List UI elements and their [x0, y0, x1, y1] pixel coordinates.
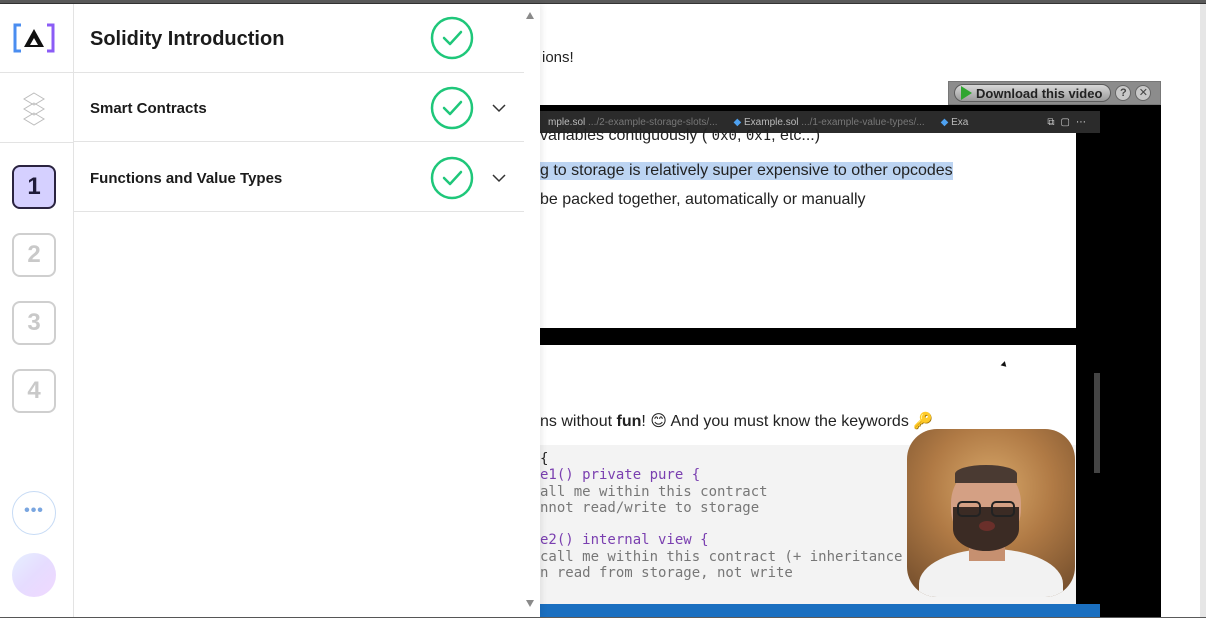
course-rail: 1 2 3 4 •••	[0, 4, 74, 617]
chevron-down-icon[interactable]	[492, 171, 506, 185]
glasses-icon	[991, 501, 1015, 517]
editor-tab-path: .../2-example-storage-slots/...	[588, 116, 718, 128]
slide-line: variables contiguously ( 0x0, 0x1, etc..…	[540, 127, 821, 144]
slide-storage: variables contiguously ( 0x0, 0x1, etc..…	[540, 127, 1076, 328]
editor-tab-name: mple.sol	[548, 116, 586, 128]
code-line: e1() private pure {	[540, 467, 701, 483]
slide-heading: ns without fun! 😊 And you must know the …	[540, 413, 934, 430]
lesson-number-button-1[interactable]: 1	[12, 165, 56, 209]
code-line: nnot read/write to storage	[540, 500, 760, 516]
user-avatar[interactable]	[12, 553, 56, 597]
course-icon-area	[0, 73, 74, 143]
chevron-down-icon[interactable]	[492, 101, 506, 115]
download-video-label: Download this video	[976, 85, 1103, 101]
editor-tab: mple.sol .../2-example-storage-slots/...	[540, 117, 726, 128]
page-scrollbar[interactable]	[1200, 4, 1206, 617]
slide-line: be packed together, automatically or man…	[540, 191, 866, 208]
editor-tab-name: Exa	[951, 116, 969, 128]
sections-list: Solidity Introduction Smart Contracts Fu…	[74, 4, 524, 617]
more-options-button[interactable]: •••	[12, 491, 56, 535]
solidity-file-icon: ◆	[940, 116, 949, 128]
background-text: ions!	[542, 49, 574, 66]
course-navigation-panel: 1 2 3 4 ••• Solidity Introduction Smart …	[0, 4, 540, 617]
code-line: call me within this contract (+ inherita…	[540, 549, 903, 565]
editor-status-bar	[540, 604, 1100, 617]
section-row-smart-contracts[interactable]: Smart Contracts	[74, 73, 524, 142]
check-circle-icon	[430, 86, 474, 130]
scroll-down-arrow-icon[interactable]	[526, 600, 534, 607]
editor-tab: ◆ Exa	[933, 117, 977, 128]
code-line: e2() internal view {	[540, 532, 709, 548]
course-hexagon-icon[interactable]	[22, 92, 46, 126]
webcam-presenter	[907, 429, 1075, 597]
lesson-number-button-4[interactable]: 4	[12, 369, 56, 413]
editor-tab: ◆ Example.sol .../1-example-value-types/…	[726, 117, 933, 128]
download-video-bar: Download this video ? ✕	[948, 81, 1161, 105]
play-icon	[961, 86, 972, 100]
help-icon[interactable]: ?	[1115, 85, 1132, 101]
section-title: Smart Contracts	[90, 100, 207, 117]
presenter-mouth	[979, 521, 995, 531]
cyfrin-logo-icon[interactable]	[13, 22, 55, 54]
browser-window: ions! Download this video ? ✕ mple.sol .…	[0, 3, 1206, 617]
lesson-number-button-2[interactable]: 2	[12, 233, 56, 277]
editor-tab-name: Example.sol	[744, 116, 799, 128]
editor-scrollbar[interactable]	[1094, 373, 1100, 473]
close-icon[interactable]: ✕	[1135, 85, 1152, 101]
section-row-solidity-introduction[interactable]: Solidity Introduction	[74, 4, 524, 73]
section-title: Functions and Value Types	[90, 170, 283, 187]
solidity-file-icon: ◆	[733, 116, 742, 128]
presenter-hair	[955, 465, 1017, 483]
check-circle-icon	[430, 16, 474, 60]
check-circle-icon	[430, 156, 474, 200]
download-video-button[interactable]: Download this video	[954, 84, 1112, 102]
editor-tab-path: .../1-example-value-types/...	[801, 116, 925, 128]
slide-line-highlighted: g to storage is relatively super expensi…	[540, 162, 953, 180]
logo-area	[0, 4, 74, 73]
code-line: n read from storage, not write	[540, 565, 793, 581]
code-line: {	[540, 451, 549, 467]
scroll-up-arrow-icon[interactable]	[526, 12, 534, 19]
section-row-functions-and-value-types[interactable]: Functions and Value Types	[74, 142, 524, 212]
editor-actions-icon: ⧉▢⋯	[1047, 116, 1092, 128]
section-title: Solidity Introduction	[90, 28, 285, 50]
code-line: all me within this contract	[540, 484, 768, 500]
glasses-icon	[957, 501, 981, 517]
lesson-number-button-3[interactable]: 3	[12, 301, 56, 345]
